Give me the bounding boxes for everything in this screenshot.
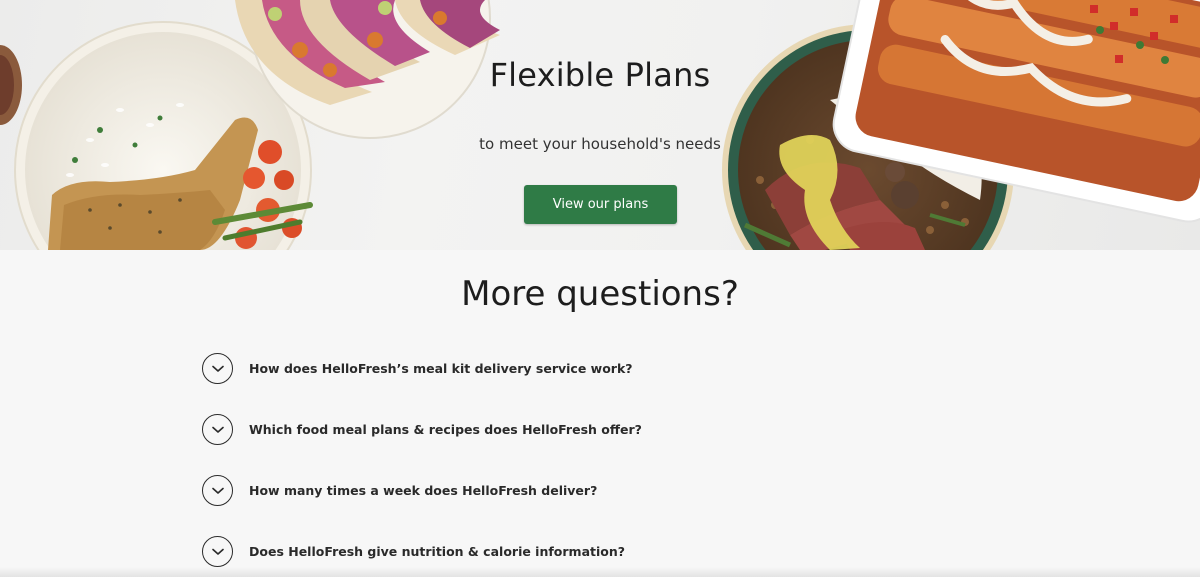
- view-plans-button[interactable]: View our plans: [524, 185, 677, 224]
- faq-item[interactable]: Does HelloFresh give nutrition & calorie…: [202, 534, 1002, 569]
- faq-question: How many times a week does HelloFresh de…: [249, 483, 598, 498]
- chevron-down-icon[interactable]: [202, 353, 233, 384]
- chevron-down-icon[interactable]: [202, 536, 233, 567]
- faq-item[interactable]: Which food meal plans & recipes does Hel…: [202, 412, 1002, 447]
- faq-item[interactable]: How does HelloFresh’s meal kit delivery …: [202, 351, 1002, 386]
- faq-list: How does HelloFresh’s meal kit delivery …: [202, 351, 1002, 577]
- faq-question: Does HelloFresh give nutrition & calorie…: [249, 544, 626, 559]
- hero-title: Flexible Plans: [489, 56, 711, 94]
- faq-item[interactable]: How many times a week does HelloFresh de…: [202, 473, 1002, 508]
- faq-title: More questions?: [461, 274, 739, 314]
- page: Flexible Plans to meet your household's …: [0, 0, 1200, 577]
- chevron-down-icon[interactable]: [202, 475, 233, 506]
- hero-subtitle: to meet your household's needs: [479, 135, 721, 153]
- faq-question: How does HelloFresh’s meal kit delivery …: [249, 361, 633, 376]
- faq-question: Which food meal plans & recipes does Hel…: [249, 422, 642, 437]
- hero-banner: Flexible Plans to meet your household's …: [0, 0, 1200, 250]
- chevron-down-icon[interactable]: [202, 414, 233, 445]
- bottom-shadow: [0, 567, 1200, 577]
